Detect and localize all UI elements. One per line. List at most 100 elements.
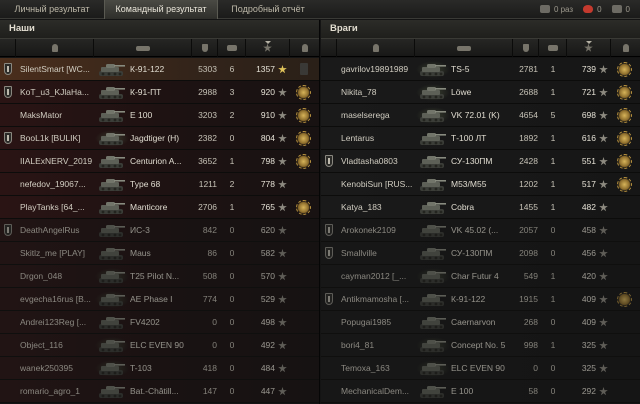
medal-icon[interactable] bbox=[296, 85, 311, 100]
medal-icon[interactable] bbox=[617, 85, 632, 100]
xp-value: 492 bbox=[260, 340, 275, 350]
table-row[interactable]: bori4_81 Concept No. 5 998 1 325 bbox=[321, 334, 640, 357]
tank-name: E 100 bbox=[451, 386, 474, 396]
tab-personal-result[interactable]: Личный результат bbox=[0, 0, 104, 19]
tank-name: ELC EVEN 90 bbox=[451, 363, 505, 373]
star-icon bbox=[278, 203, 287, 212]
medal-icon[interactable] bbox=[617, 292, 632, 307]
table-row[interactable]: maselserega VK 72.01 (K) 4654 5 698 bbox=[321, 104, 640, 127]
medal-header-icon bbox=[302, 44, 308, 52]
medal-icon[interactable] bbox=[296, 108, 311, 123]
xp-column-header[interactable] bbox=[567, 39, 611, 57]
medal-column-header[interactable] bbox=[290, 39, 320, 57]
tab-detailed-report[interactable]: Подробный отчёт bbox=[218, 0, 318, 19]
player-name: MaksMator bbox=[20, 110, 63, 120]
tank-column-header[interactable] bbox=[94, 39, 192, 57]
damage-value: 2706 bbox=[198, 202, 217, 212]
table-row[interactable]: Nikita_78 Löwe 2688 1 721 bbox=[321, 81, 640, 104]
frags-value: 0 bbox=[229, 133, 235, 143]
frags-column-header[interactable] bbox=[218, 39, 246, 57]
squad-column-header[interactable] bbox=[0, 39, 16, 57]
medal-icon[interactable] bbox=[617, 154, 632, 169]
tank-icon bbox=[95, 291, 129, 308]
tank-icon bbox=[98, 222, 126, 239]
frags-value: 0 bbox=[229, 271, 235, 281]
damage-column-header[interactable] bbox=[192, 39, 218, 57]
tank-column-header[interactable] bbox=[415, 39, 513, 57]
table-row[interactable]: Arokonek2109 VK 45.02 (... 2057 0 458 bbox=[321, 219, 640, 242]
medal-icon[interactable] bbox=[617, 131, 632, 146]
medal-header-icon bbox=[622, 44, 629, 52]
table-row[interactable]: gavrilov19891989 TS-5 2781 1 739 bbox=[321, 58, 640, 81]
frags-column-header[interactable] bbox=[539, 39, 567, 57]
squad-icon bbox=[4, 86, 12, 98]
table-row[interactable]: Temoxa_163 ELC EVEN 90 0 0 325 bbox=[321, 357, 640, 380]
xp-value: 910 bbox=[260, 110, 275, 120]
medal-icon[interactable] bbox=[617, 62, 632, 77]
table-row[interactable]: PlayTanks [64_... Manticore 2706 1 765 bbox=[0, 196, 319, 219]
table-row[interactable]: KoT_u3_KJlaHa... К-91-ПТ 2988 3 920 bbox=[0, 81, 319, 104]
xp-value: 804 bbox=[260, 133, 275, 143]
player-name: IIALExNERV_2019 bbox=[20, 156, 93, 166]
tank-silhouette-icon bbox=[419, 314, 447, 331]
table-row[interactable]: DeathAngelRus ИС-3 842 0 620 bbox=[0, 219, 319, 242]
damage-value: 2988 bbox=[198, 87, 217, 97]
table-row[interactable]: Vladtasha0803 СУ-130ПМ 2428 1 551 bbox=[321, 150, 640, 173]
vehicle-info-icon[interactable] bbox=[300, 63, 308, 75]
medal-icon[interactable] bbox=[296, 131, 311, 146]
table-row[interactable]: Katya_183 Cobra 1455 1 482 bbox=[321, 196, 640, 219]
xp-column-header[interactable] bbox=[246, 39, 290, 57]
damage-value: 998 bbox=[523, 340, 538, 350]
table-row[interactable]: BooL1k [BULIK] Jagdtiger (H) 2382 0 804 bbox=[0, 127, 319, 150]
damage-column-header[interactable] bbox=[513, 39, 539, 57]
player-column-header[interactable] bbox=[16, 39, 94, 57]
player-name: BooL1k [BULIK] bbox=[20, 133, 81, 143]
tank-icon bbox=[419, 199, 447, 216]
tank-name: Cobra bbox=[451, 202, 475, 212]
frags-value: 1 bbox=[229, 156, 235, 166]
tank-silhouette-icon bbox=[98, 360, 126, 377]
table-row[interactable]: Andrei123Reg [... FV4202 0 0 498 bbox=[0, 311, 319, 334]
table-row[interactable]: Lentarus Т-100 ЛТ 1892 1 616 bbox=[321, 127, 640, 150]
tank-name: TS-5 bbox=[451, 64, 470, 74]
table-row[interactable]: MaksMator E 100 3203 2 910 bbox=[0, 104, 319, 127]
medal-column-header[interactable] bbox=[611, 39, 640, 57]
tank-icon bbox=[456, 45, 471, 51]
medal-icon[interactable] bbox=[617, 108, 632, 123]
table-row[interactable]: Skitlz_me [PLAY] Maus 86 0 582 bbox=[0, 242, 319, 265]
medal-icon[interactable] bbox=[617, 177, 632, 192]
enemies-list: gavrilov19891989 TS-5 2781 1 739 Nikita_78 Löw… bbox=[321, 58, 640, 403]
table-row[interactable]: Popugai1985 Caernarvon 268 0 409 bbox=[321, 311, 640, 334]
frags-value: 1 bbox=[550, 202, 556, 212]
table-row[interactable]: IIALExNERV_2019 Centurion A... 3652 1 798 bbox=[0, 150, 319, 173]
squad-column-header[interactable] bbox=[321, 39, 337, 57]
medal-icon[interactable] bbox=[296, 154, 311, 169]
table-row[interactable]: wanek250395 T-103 418 0 484 bbox=[0, 357, 319, 380]
top-stats: 0 раз 0 0 bbox=[539, 3, 630, 15]
table-row[interactable]: MechanicalDem... E 100 58 0 292 bbox=[321, 380, 640, 403]
tab-team-result[interactable]: Командный результат bbox=[104, 0, 218, 19]
star-icon bbox=[278, 249, 287, 258]
table-row[interactable]: romario_agro_1 Bat.-Châtill... 147 0 447 bbox=[0, 380, 319, 403]
table-row[interactable]: evgecha16rus [B... AE Phase I 774 0 529 bbox=[0, 288, 319, 311]
xp-value: 920 bbox=[260, 87, 275, 97]
star-icon bbox=[278, 157, 287, 166]
xp-value: 420 bbox=[581, 271, 596, 281]
table-row[interactable]: Antikmamosha [... К-91-122 1915 1 409 bbox=[321, 288, 640, 311]
table-row[interactable]: SilentSmart [WC... К-91-122 5303 6 1357 bbox=[0, 58, 319, 81]
medal-icon[interactable] bbox=[296, 200, 311, 215]
player-column-header[interactable] bbox=[337, 39, 415, 57]
table-row[interactable]: Drgon_048 T25 Pilot N... 508 0 570 bbox=[0, 265, 319, 288]
table-row[interactable]: Smallville СУ-130ПМ 2098 0 456 bbox=[321, 242, 640, 265]
damage-value: 268 bbox=[523, 317, 538, 327]
tank-silhouette-icon bbox=[98, 314, 126, 331]
damage-value: 3203 bbox=[198, 110, 217, 120]
table-row[interactable]: cayman2012 [_... Char Futur 4 549 1 420 bbox=[321, 265, 640, 288]
table-row[interactable]: Object_116 ELC EVEN 90 0 0 492 bbox=[0, 334, 319, 357]
table-row[interactable]: nefedov_19067... Type 68 1211 2 778 bbox=[0, 173, 319, 196]
table-row[interactable]: KenobiSun [RUS... M53/M55 1202 1 517 bbox=[321, 173, 640, 196]
tank-name: СУ-130ПМ bbox=[451, 248, 493, 258]
damage-value: 2428 bbox=[519, 156, 538, 166]
tank-name: E 100 bbox=[130, 110, 153, 120]
xp-value: 721 bbox=[581, 87, 596, 97]
